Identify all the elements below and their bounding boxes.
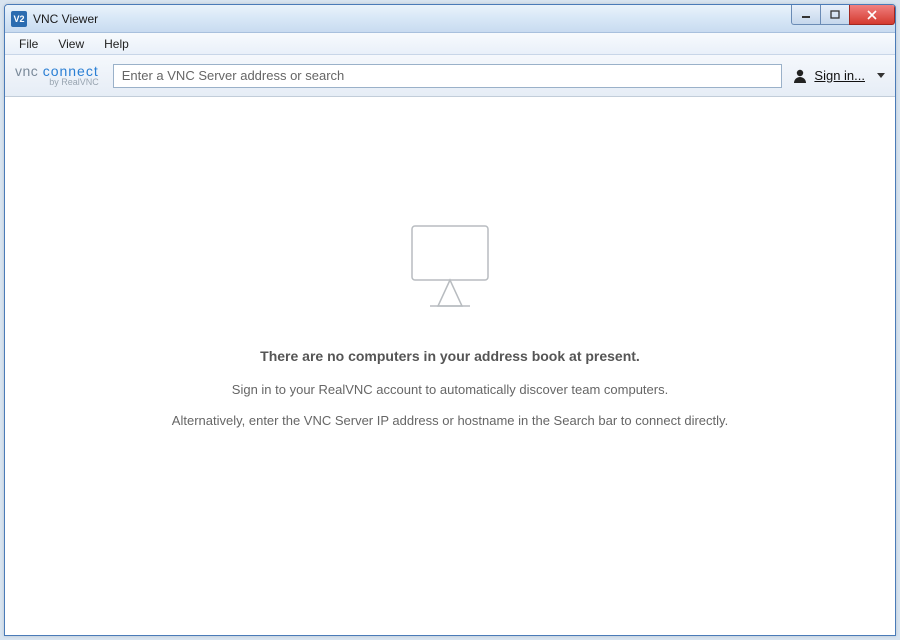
signin-button[interactable]: Sign in...: [792, 68, 885, 84]
menu-file[interactable]: File: [9, 35, 48, 53]
monitor-icon: [390, 208, 510, 328]
chevron-down-icon: [877, 73, 885, 78]
logo-byline: by RealVNC: [49, 78, 99, 87]
titlebar[interactable]: V2 VNC Viewer: [5, 5, 895, 33]
close-button[interactable]: [849, 5, 895, 25]
empty-heading: There are no computers in your address b…: [260, 348, 640, 364]
main-content: There are no computers in your address b…: [5, 97, 895, 635]
empty-line-1: Sign in to your RealVNC account to autom…: [232, 382, 668, 397]
address-search-input[interactable]: [113, 64, 783, 88]
empty-line-2: Alternatively, enter the VNC Server IP a…: [172, 413, 728, 428]
logo-prefix: vnc: [15, 63, 38, 79]
window-title: VNC Viewer: [33, 12, 98, 26]
app-window: V2 VNC Viewer File View Help vnc connect…: [4, 4, 896, 636]
app-icon: V2: [11, 11, 27, 27]
toolbar: vnc connect by RealVNC Sign in...: [5, 55, 895, 97]
menu-help[interactable]: Help: [94, 35, 139, 53]
user-icon: [792, 68, 808, 84]
menubar: File View Help: [5, 33, 895, 55]
signin-label: Sign in...: [814, 68, 865, 83]
minimize-button[interactable]: [791, 5, 821, 25]
menu-view[interactable]: View: [48, 35, 94, 53]
maximize-button[interactable]: [820, 5, 850, 25]
vnc-connect-logo: vnc connect by RealVNC: [15, 64, 99, 87]
window-controls: [792, 5, 895, 25]
